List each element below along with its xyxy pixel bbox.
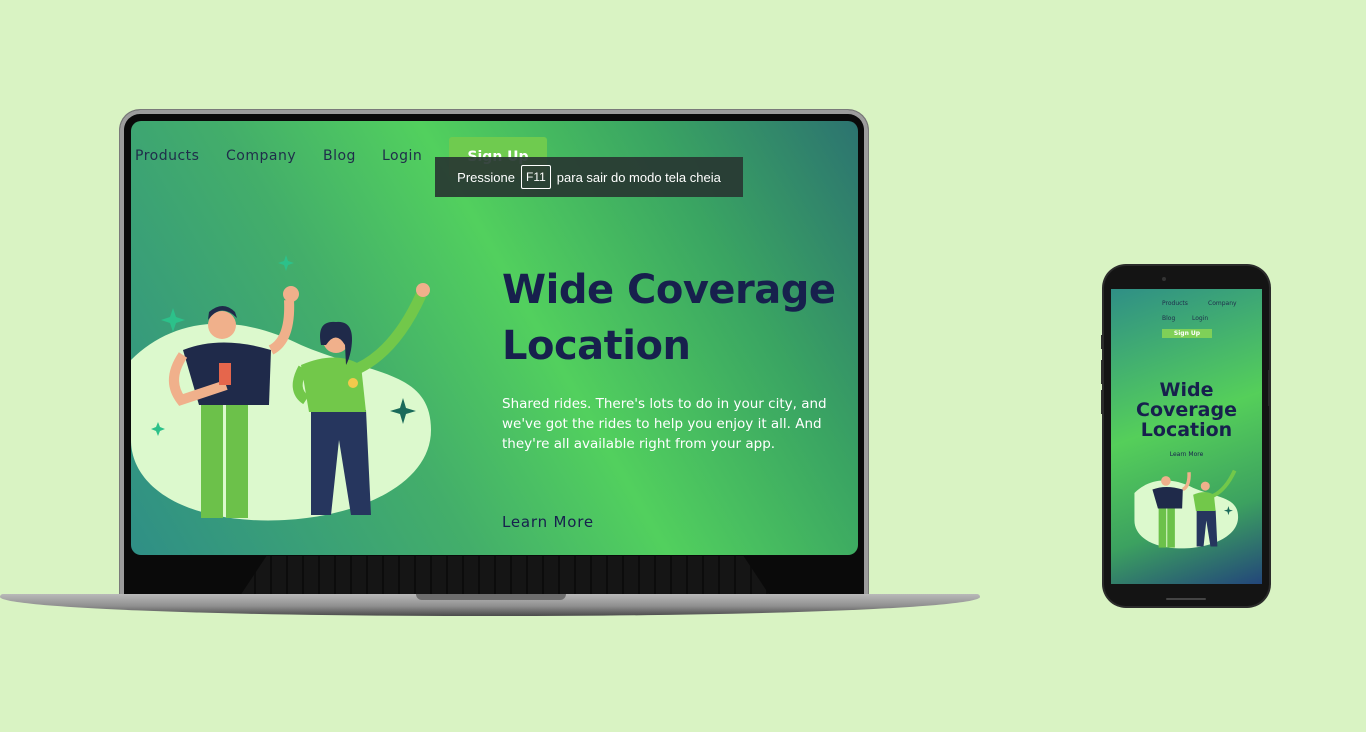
phone-nav-company[interactable]: Company	[1208, 300, 1237, 307]
toast-prefix: Pressione	[457, 169, 515, 185]
learn-more-link[interactable]: Learn More	[502, 513, 594, 531]
toast-key: F11	[520, 165, 551, 189]
phone-nav-products[interactable]: Products	[1162, 300, 1188, 307]
phone-home-indicator	[1166, 598, 1206, 600]
phone-side-button	[1101, 390, 1104, 414]
hero-title-line2: Location	[502, 323, 691, 369]
phone-hero-title: Wide Coverage Location	[1111, 380, 1262, 440]
laptop-keyboard-reflection	[240, 556, 770, 596]
phone-side-button	[1101, 335, 1104, 349]
people-waving-illustration	[131, 255, 431, 521]
phone-power-button	[1268, 370, 1271, 406]
phone-title-line2: Coverage	[1136, 399, 1237, 421]
nav-company[interactable]: Company	[226, 148, 296, 164]
toast-suffix: para sair do modo tela cheia	[556, 169, 721, 185]
phone-nav-blog[interactable]: Blog	[1162, 315, 1175, 322]
sparkle-icon	[278, 255, 294, 271]
phone-side-button	[1101, 360, 1104, 384]
hero-title: Wide Coverage Location	[502, 262, 862, 374]
phone-title-line1: Wide	[1159, 379, 1214, 401]
laptop-notch	[416, 594, 566, 600]
phone-title-line3: Location	[1140, 419, 1233, 441]
nav-login[interactable]: Login	[382, 148, 422, 164]
phone-illustration	[1134, 469, 1239, 549]
hero-title-line1: Wide Coverage	[502, 267, 836, 313]
fullscreen-toast: Pressione F11 para sair do modo tela che…	[435, 157, 743, 197]
nav-products[interactable]: Products	[135, 148, 199, 164]
hero-description: Shared rides. There's lots to do in your…	[502, 396, 827, 452]
phone-camera	[1162, 277, 1166, 281]
phone-signup-button[interactable]: Sign Up	[1162, 329, 1212, 338]
nav-blog[interactable]: Blog	[323, 148, 356, 164]
phone-nav-login[interactable]: Login	[1192, 315, 1208, 322]
sparkle-icon	[161, 308, 185, 332]
